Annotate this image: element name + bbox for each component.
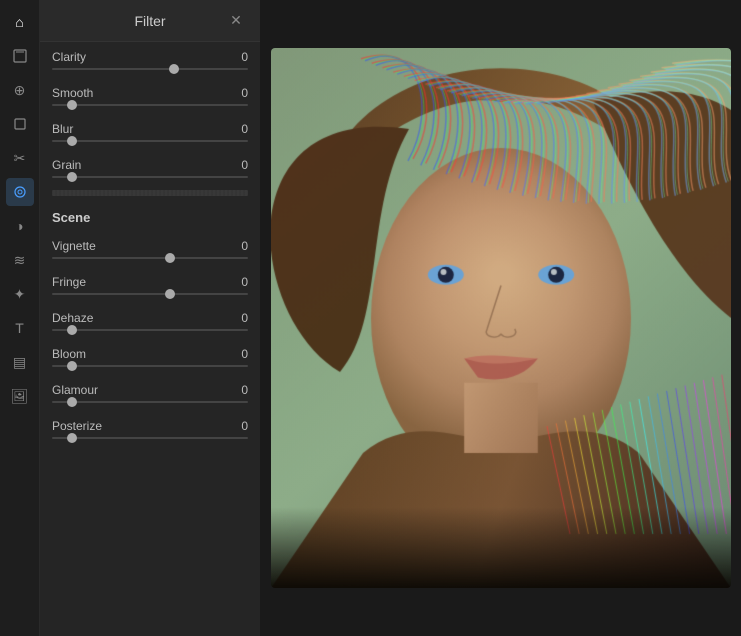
blur-label: Blur: [52, 122, 73, 136]
toolbar-pattern-icon[interactable]: ▤: [6, 348, 34, 376]
toolbar-wave-icon[interactable]: ≋: [6, 246, 34, 274]
posterize-group: Posterize 0: [40, 411, 260, 447]
bloom-thumb[interactable]: [67, 361, 77, 371]
separator-bar: [52, 190, 248, 196]
clarity-thumb[interactable]: [169, 64, 179, 74]
bloom-track[interactable]: [52, 365, 248, 367]
toolbar-cut-icon[interactable]: ✂: [6, 144, 34, 172]
toolbar-gallery-icon[interactable]: 🖼: [6, 382, 34, 410]
clarity-group: Clarity 0: [40, 42, 260, 78]
panel-close-button[interactable]: ✕: [228, 12, 244, 29]
bloom-group: Bloom 0: [40, 339, 260, 375]
smooth-thumb[interactable]: [67, 100, 77, 110]
toolbar-brush-icon[interactable]: ✦: [6, 280, 34, 308]
posterize-value: 0: [241, 419, 248, 433]
dehaze-label: Dehaze: [52, 311, 93, 325]
dehaze-track[interactable]: [52, 329, 248, 331]
blur-thumb[interactable]: [67, 136, 77, 146]
blur-track[interactable]: [52, 140, 248, 142]
grain-track[interactable]: [52, 176, 248, 178]
main-canvas-area: [260, 0, 741, 636]
bloom-label: Bloom: [52, 347, 86, 361]
fringe-thumb[interactable]: [165, 289, 175, 299]
portrait-canvas: [271, 48, 731, 588]
fringe-value: 0: [241, 275, 248, 289]
bloom-value: 0: [241, 347, 248, 361]
vignette-value: 0: [241, 239, 248, 253]
panel-title: Filter: [72, 13, 228, 29]
vignette-group: Vignette 0: [40, 231, 260, 267]
clarity-value: 0: [241, 50, 248, 64]
grain-label: Grain: [52, 158, 81, 172]
toolbar-home-icon[interactable]: ⌂: [6, 8, 34, 36]
glamour-group: Glamour 0: [40, 375, 260, 411]
toolbar-edit-icon[interactable]: [6, 42, 34, 70]
image-container: [271, 48, 731, 588]
toolbar-filter-icon[interactable]: [6, 178, 34, 206]
dehaze-group: Dehaze 0: [40, 303, 260, 339]
glamour-thumb[interactable]: [67, 397, 77, 407]
toolbar-text-icon[interactable]: T: [6, 314, 34, 342]
smooth-track[interactable]: [52, 104, 248, 106]
panel-header: Filter ✕: [40, 0, 260, 42]
toolbar-move-icon[interactable]: ⊕: [6, 76, 34, 104]
blur-value: 0: [241, 122, 248, 136]
smooth-group: Smooth 0: [40, 78, 260, 114]
posterize-thumb[interactable]: [67, 433, 77, 443]
glamour-track[interactable]: [52, 401, 248, 403]
smooth-value: 0: [241, 86, 248, 100]
vignette-label: Vignette: [52, 239, 96, 253]
grain-group: Grain 0: [40, 150, 260, 186]
smooth-label: Smooth: [52, 86, 93, 100]
clarity-label: Clarity: [52, 50, 86, 64]
blur-group: Blur 0: [40, 114, 260, 150]
glamour-value: 0: [241, 383, 248, 397]
posterize-track[interactable]: [52, 437, 248, 439]
fringe-group: Fringe 0: [40, 267, 260, 303]
grain-value: 0: [241, 158, 248, 172]
clarity-track[interactable]: [52, 68, 248, 70]
posterize-label: Posterize: [52, 419, 102, 433]
grain-thumb[interactable]: [67, 172, 77, 182]
fringe-label: Fringe: [52, 275, 86, 289]
dehaze-value: 0: [241, 311, 248, 325]
dehaze-thumb[interactable]: [67, 325, 77, 335]
glamour-label: Glamour: [52, 383, 98, 397]
toolbar-crop-icon[interactable]: [6, 110, 34, 138]
filter-panel: Filter ✕ Clarity 0 Smooth 0 Blur 0 Gr: [40, 0, 260, 636]
scene-section-header: Scene: [40, 200, 260, 231]
toolbar-adjust-icon[interactable]: ◑: [6, 212, 34, 240]
vignette-track[interactable]: [52, 257, 248, 259]
fringe-track[interactable]: [52, 293, 248, 295]
vignette-thumb[interactable]: [165, 253, 175, 263]
left-toolbar: ⌂ ⊕ ✂ ◑ ≋ ✦ T ▤ 🖼: [0, 0, 40, 636]
